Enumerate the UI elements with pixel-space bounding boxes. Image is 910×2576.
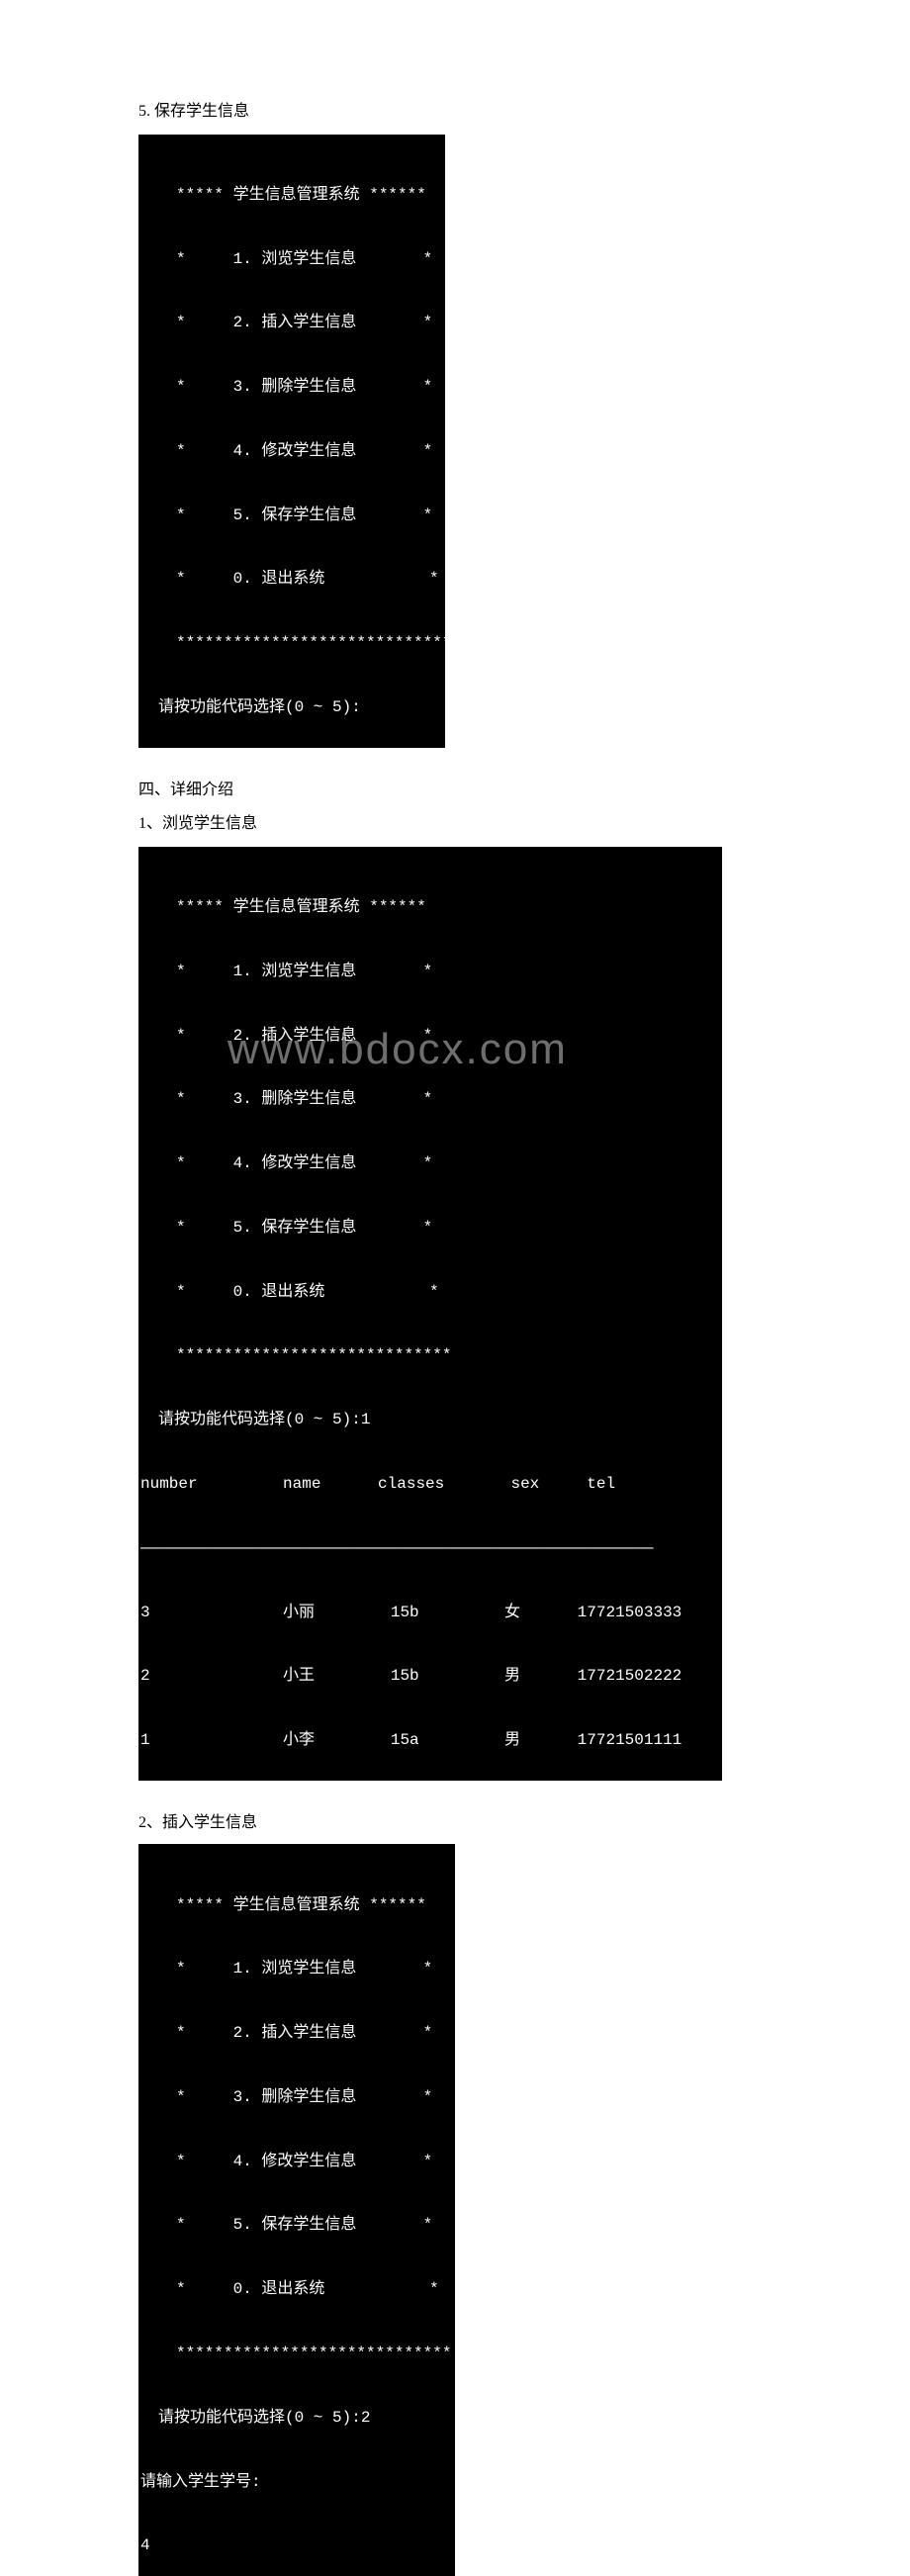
menu-item-4: * 4. 修改学生信息 * bbox=[138, 2152, 455, 2173]
terminal-browse: ***** 学生信息管理系统 ****** * 1. 浏览学生信息 * * 2.… bbox=[138, 847, 722, 1782]
menu-item-3: * 3. 删除学生信息 * bbox=[138, 1089, 722, 1111]
value-number: 4 bbox=[138, 2535, 455, 2557]
menu-prompt: 请按功能代码选择(0 ~ 5): bbox=[138, 697, 445, 719]
menu-item-1: * 1. 浏览学生信息 * bbox=[138, 249, 445, 271]
menu-item-4: * 4. 修改学生信息 * bbox=[138, 441, 445, 463]
menu-prompt-selected-2: 请按功能代码选择(0 ~ 5):2 bbox=[138, 2408, 455, 2430]
terminal-insert: ***** 学生信息管理系统 ****** * 1. 浏览学生信息 * * 2.… bbox=[138, 1844, 455, 2576]
table-row: 2 小王 15b 男 17721502222 bbox=[138, 1666, 722, 1688]
section-4-heading: 四、详细介绍 bbox=[138, 776, 772, 799]
menu-separator: ***************************** bbox=[138, 633, 445, 655]
table-row: 1 小李 15a 男 17721501111 bbox=[138, 1730, 722, 1752]
menu-item-4: * 4. 修改学生信息 * bbox=[138, 1153, 722, 1175]
table-separator: ————————————————————————————————————————… bbox=[138, 1538, 722, 1560]
menu-item-0: * 0. 退出系统 * bbox=[138, 569, 445, 591]
menu-item-2: * 2. 插入学生信息 * bbox=[138, 313, 445, 334]
table-header: number name classes sex tel bbox=[138, 1474, 722, 1496]
menu-title: ***** 学生信息管理系统 ****** bbox=[138, 1895, 455, 1917]
menu-separator: ***************************** bbox=[138, 1345, 722, 1367]
doc-heading-5: 5. 保存学生信息 bbox=[138, 99, 772, 125]
subsection-1-heading: 1、浏览学生信息 bbox=[138, 811, 772, 837]
terminal-menu: ***** 学生信息管理系统 ****** * 1. 浏览学生信息 * * 2.… bbox=[138, 135, 445, 749]
menu-item-2: * 2. 插入学生信息 * bbox=[138, 1026, 722, 1048]
menu-item-1: * 1. 浏览学生信息 * bbox=[138, 962, 722, 983]
menu-item-3: * 3. 删除学生信息 * bbox=[138, 2087, 455, 2109]
prompt-number: 请输入学生学号: bbox=[138, 2472, 455, 2494]
table-row: 3 小丽 15b 女 17721503333 bbox=[138, 1603, 722, 1624]
menu-item-5: * 5. 保存学生信息 * bbox=[138, 506, 445, 527]
menu-separator: ***************************** bbox=[138, 2344, 455, 2365]
menu-title: ***** 学生信息管理系统 ****** bbox=[138, 185, 445, 207]
menu-title: ***** 学生信息管理系统 ****** bbox=[138, 897, 722, 919]
menu-item-5: * 5. 保存学生信息 * bbox=[138, 2215, 455, 2237]
menu-item-2: * 2. 插入学生信息 * bbox=[138, 2023, 455, 2045]
menu-item-5: * 5. 保存学生信息 * bbox=[138, 1218, 722, 1240]
menu-item-0: * 0. 退出系统 * bbox=[138, 1282, 722, 1304]
menu-item-3: * 3. 删除学生信息 * bbox=[138, 377, 445, 399]
subsection-2-heading: 2、插入学生信息 bbox=[138, 1808, 772, 1832]
menu-item-0: * 0. 退出系统 * bbox=[138, 2279, 455, 2301]
menu-prompt-selected-1: 请按功能代码选择(0 ~ 5):1 bbox=[138, 1410, 722, 1431]
menu-item-1: * 1. 浏览学生信息 * bbox=[138, 1959, 455, 1980]
